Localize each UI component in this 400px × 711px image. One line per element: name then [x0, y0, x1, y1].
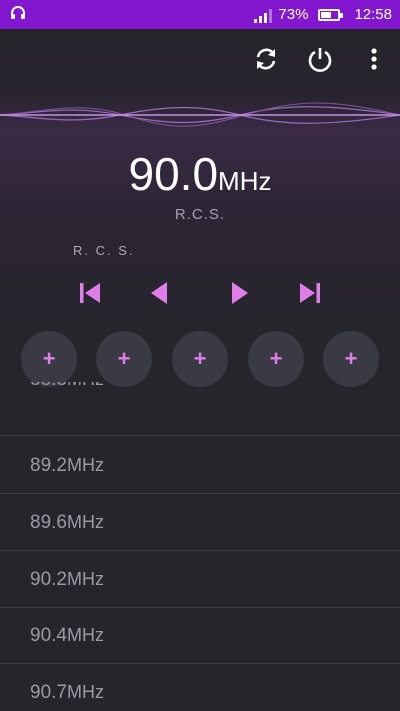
station-frequency: 90.4: [30, 624, 67, 646]
play-icon[interactable]: [222, 275, 258, 311]
playback-controls: [0, 275, 400, 311]
list-item[interactable]: 89.2 MHz: [0, 438, 400, 494]
skip-previous-icon[interactable]: [72, 275, 108, 311]
clock: 12:58: [354, 6, 392, 23]
add-preset-button-3[interactable]: +: [172, 331, 228, 387]
list-item[interactable]: 89.6 MHz: [0, 495, 400, 551]
overflow-menu-icon[interactable]: [358, 41, 390, 77]
status-bar: 73% 12:58: [0, 0, 400, 29]
station-frequency: 90.7: [30, 681, 67, 703]
battery-percent: 73%: [278, 6, 309, 23]
waveform-graphic: [0, 102, 400, 127]
list-item[interactable]: 90.4 MHz: [0, 608, 400, 664]
list-item[interactable]: 88.8MHz: [0, 382, 400, 436]
station-frequency: 88.8: [30, 382, 67, 391]
preset-buttons: + + + + +: [0, 331, 400, 387]
station-frequency: 89.6: [30, 511, 67, 533]
player-panel: 90.0MHz R.C.S. R. C. S. + + + + +: [0, 29, 400, 409]
add-preset-button-1[interactable]: +: [21, 331, 77, 387]
frequency-display: 90.0MHz: [0, 147, 400, 201]
station-unit: MHz: [66, 682, 104, 702]
frequency-unit: MHz: [218, 166, 272, 196]
station-frequency: 90.2: [30, 568, 67, 590]
station-name: R.C.S.: [174, 206, 226, 223]
station-unit: MHz: [67, 382, 104, 390]
add-preset-button-2[interactable]: +: [96, 331, 152, 387]
skip-next-icon[interactable]: [292, 275, 328, 311]
frequency-value: 90.0: [128, 148, 219, 200]
station-unit: MHz: [66, 569, 104, 589]
seek-back-icon[interactable]: [141, 275, 177, 311]
toolbar: [250, 41, 390, 77]
add-preset-button-5[interactable]: +: [323, 331, 379, 387]
station-unit: MHz: [66, 455, 104, 475]
signal-icon: [254, 7, 273, 23]
rds-text: R. C. S.: [73, 243, 135, 258]
power-icon[interactable]: [304, 41, 336, 77]
station-unit: MHz: [66, 625, 104, 645]
add-preset-button-4[interactable]: +: [248, 331, 304, 387]
station-list: 88.8MHz 89.2MHz 89.6MHz 90.2MHz 90.4MHz …: [0, 382, 400, 711]
headphones-icon: [10, 5, 26, 25]
refresh-icon[interactable]: [250, 41, 282, 77]
list-item[interactable]: 90.2 MHz: [0, 552, 400, 608]
battery-icon: [318, 8, 344, 21]
list-item[interactable]: 90.7 MHz: [0, 665, 400, 711]
station-frequency: 89.2: [30, 454, 67, 476]
station-unit: MHz: [66, 512, 104, 532]
